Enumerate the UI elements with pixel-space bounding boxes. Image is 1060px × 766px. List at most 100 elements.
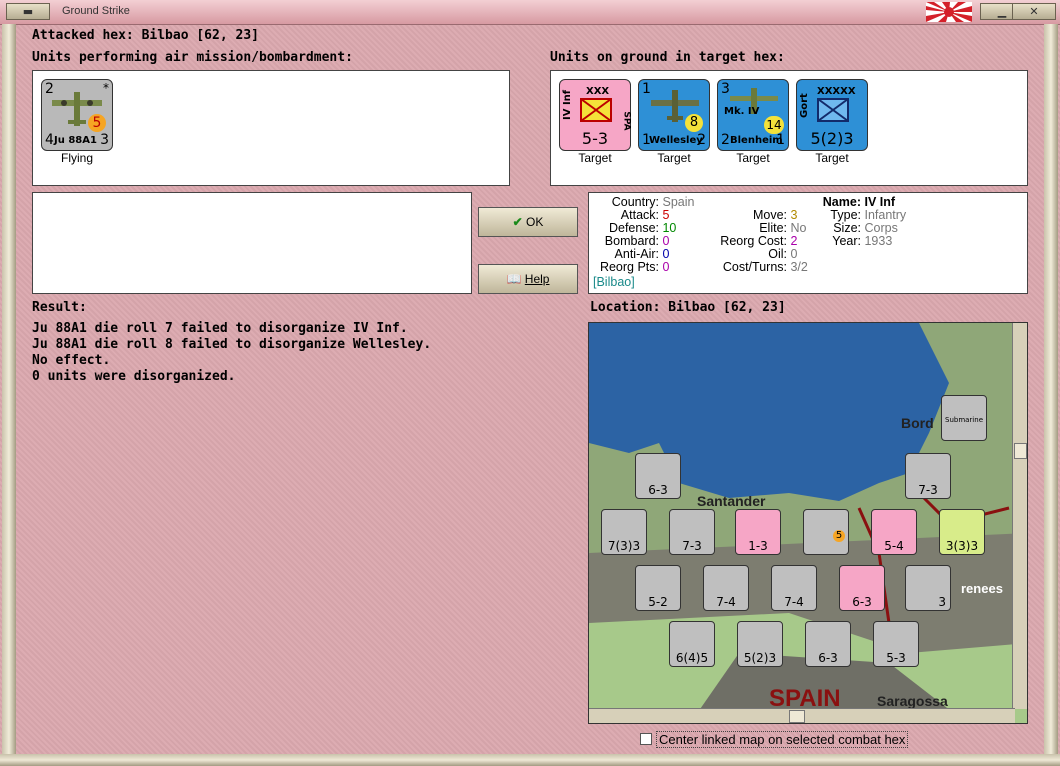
info-name: IV Inf [864, 195, 896, 209]
unit-blenheim[interactable]: 3 Mk. IV 14 2 Blenheim 1 [717, 79, 789, 151]
map-counter[interactable]: 1-3 [735, 509, 781, 555]
help-button-label: Help [524, 272, 550, 286]
left-frame [2, 24, 16, 754]
unit-wellesley[interactable]: 1 8 1 Wellesley 2 [638, 79, 710, 151]
info-type: Infantry [864, 208, 907, 222]
info-label: Name: [822, 195, 861, 209]
map-counter[interactable]: 7-4 [703, 565, 749, 611]
counter-value: 7-4 [716, 595, 736, 609]
info-year: 1933 [864, 234, 893, 248]
map-counter[interactable]: 5 [803, 509, 849, 555]
place-label: Saragossa [877, 693, 948, 709]
unit-value: 5(2)3 [810, 129, 854, 148]
counter-value: 1-3 [748, 539, 768, 553]
counter-value: 5-2 [648, 595, 668, 609]
help-button[interactable]: 📖 Help [478, 264, 578, 294]
ok-button[interactable]: ✔ OK [478, 207, 578, 237]
unit-gort[interactable]: XXXXX Gort 5(2)3 [796, 79, 868, 151]
unit-info-panel: Country: Spain Attack: 5 Defense: 10 Bom… [588, 192, 1028, 294]
close-button[interactable]: ✕ [1012, 3, 1056, 20]
map-counter[interactable]: 3(3)3 [939, 509, 985, 555]
counter-value: 3(3)3 [945, 539, 979, 553]
map-counter[interactable]: 5(2)3 [737, 621, 783, 667]
info-label: Country: [611, 195, 659, 209]
result-label: Result: [32, 300, 87, 315]
unit-status: Target [736, 151, 770, 165]
map-counter[interactable]: 7-3 [905, 453, 951, 499]
map-counter[interactable]: 5-4 [871, 509, 917, 555]
map-counter[interactable]: 7-3 [669, 509, 715, 555]
map-counter[interactable]: 6(4)5 [669, 621, 715, 667]
map-counter[interactable]: 7(3)3 [601, 509, 647, 555]
info-defense: 10 [662, 221, 677, 235]
infantry-symbol-icon [580, 98, 612, 122]
info-label: Anti-Air: [614, 247, 659, 261]
center-map-label[interactable]: Center linked map on selected combat hex [656, 731, 909, 748]
ok-button-label: OK [526, 215, 544, 229]
counter-value: Submarine [945, 416, 983, 424]
map-counter[interactable]: 6-3 [635, 453, 681, 499]
unit-range: 3 [721, 81, 730, 97]
map-counter[interactable]: 6-3 [805, 621, 851, 667]
info-cost-turns: 3/2 [790, 260, 808, 274]
counter-value: 6-3 [648, 483, 668, 497]
unit-name: Ju 88A1 [54, 135, 97, 146]
counter-value: 7(3)3 [607, 539, 641, 553]
info-bombard: 0 [662, 234, 670, 248]
system-menu-button[interactable]: ▬ [6, 3, 50, 20]
ground-units-panel: XXX IV Inf SPA 5-3 Target 1 8 1 Wellesle… [550, 70, 1028, 186]
mini-map[interactable]: Bord Santander Saragossa SPAIN renees 6-… [588, 322, 1028, 724]
info-label: Defense: [608, 221, 659, 235]
info-label: Bombard: [604, 234, 659, 248]
unit-nation: SPA [621, 111, 632, 131]
window-title: Ground Strike [62, 5, 130, 17]
scroll-thumb[interactable] [789, 710, 805, 723]
unit-status: Target [815, 151, 849, 165]
horizontal-scrollbar[interactable] [589, 708, 1015, 723]
map-counter[interactable]: 5-2 [635, 565, 681, 611]
ground-units-label: Units on ground in target hex: [550, 50, 785, 65]
location-link[interactable]: [Bilbao] [593, 275, 635, 289]
location-label: Location: Bilbao [62, 23] [590, 300, 786, 315]
info-label: Reorg Pts: [599, 260, 659, 274]
counter-value: 5(2)3 [743, 651, 777, 665]
unit-value: 5-3 [581, 129, 609, 148]
unit-name: Gort [799, 93, 810, 118]
unit-ju88a1[interactable]: 2 * 5 4 Ju 88A1 3 [41, 79, 113, 151]
result-line: Ju 88A1 die roll 8 failed to disorganize… [32, 337, 432, 352]
strength-badge: 5 [88, 114, 106, 132]
unit-name: Wellesley [649, 135, 703, 146]
place-label: renees [961, 581, 1003, 596]
center-map-checkbox[interactable] [640, 733, 652, 745]
counter-value: 7-4 [784, 595, 804, 609]
unit-size: XXXXX [817, 86, 856, 97]
result-line: No effect. [32, 353, 111, 368]
map-counter[interactable]: Submarine [941, 395, 987, 441]
unit-name: Blenheim [730, 135, 783, 146]
info-reorg-cost: 2 [790, 234, 798, 248]
counter-value: 5-4 [884, 539, 904, 553]
map-counter[interactable]: 7-4 [771, 565, 817, 611]
info-label: Attack: [620, 208, 659, 222]
info-label: Elite: [759, 221, 787, 235]
unit-range: 1 [642, 81, 651, 97]
info-label: Size: [833, 221, 861, 235]
info-move: 3 [790, 208, 798, 222]
info-size: Corps [864, 221, 898, 235]
scroll-thumb[interactable] [1014, 443, 1027, 459]
unit-defense: 3 [100, 132, 109, 148]
unit-iv-inf[interactable]: XXX IV Inf SPA 5-3 [559, 79, 631, 151]
map-counter[interactable]: 6-3 [839, 565, 885, 611]
info-oil: 0 [790, 247, 798, 261]
info-label: Move: [752, 208, 787, 222]
help-book-icon: 📖 [506, 272, 522, 286]
info-label: Oil: [768, 247, 787, 261]
unit-status: Target [578, 151, 612, 165]
counter-value: 5 [833, 530, 845, 542]
unit-name: IV Inf [562, 89, 573, 120]
map-counter[interactable]: 3 [905, 565, 951, 611]
vertical-scrollbar[interactable] [1012, 323, 1027, 709]
map-counter[interactable]: 5-3 [873, 621, 919, 667]
message-box [32, 192, 472, 294]
counter-value: 7-3 [918, 483, 938, 497]
